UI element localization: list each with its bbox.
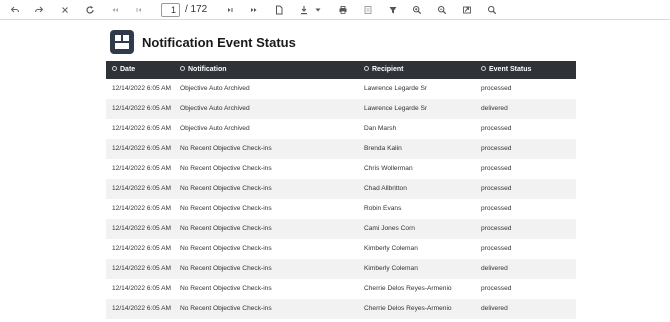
- cell-recipient: Lawrence Legarde Sr: [364, 85, 428, 92]
- cell-notification: No Recent Objective Check-ins: [180, 205, 272, 212]
- cell-notification: Objective Auto Archived: [180, 85, 250, 92]
- cell-date: 12/14/2022 6:05 AM: [112, 145, 172, 152]
- cell-status: delivered: [481, 265, 508, 272]
- cell-status: processed: [481, 225, 512, 232]
- cell-status: processed: [481, 205, 512, 212]
- search-icon[interactable]: [485, 3, 499, 17]
- sort-icon: [364, 65, 369, 71]
- table-row: 12/14/2022 6:05 AM No Recent Objective Ch…: [106, 199, 576, 219]
- report-viewer-toolbar: 1 / 172: [0, 0, 670, 20]
- cell-notification: No Recent Objective Check-ins: [180, 225, 272, 232]
- cell-notification: No Recent Objective Check-ins: [180, 305, 272, 312]
- table-row: 12/14/2022 6:05 AM No Recent Objective Ch…: [106, 259, 576, 279]
- cell-date: 12/14/2022 6:05 AM: [112, 205, 172, 212]
- cell-recipient: Cherrie Delos Reyes-Armenio: [364, 305, 452, 312]
- cell-recipient: Brenda Kalin: [364, 145, 402, 152]
- report-page: Notification Event Status Date Notificat…: [0, 20, 670, 322]
- table-header: Date Notification Recipient Event Status: [106, 61, 576, 79]
- cell-recipient: Chris Wollerman: [364, 165, 413, 172]
- sort-icon: [481, 65, 486, 71]
- cell-recipient: Chad Allbritton: [364, 185, 407, 192]
- first-page-icon[interactable]: [108, 3, 122, 17]
- sort-icon: [112, 65, 117, 71]
- print-icon[interactable]: [336, 3, 350, 17]
- layout-icon[interactable]: [361, 3, 375, 17]
- cell-notification: Objective Auto Archived: [180, 105, 250, 112]
- notification-table: Date Notification Recipient Event Status…: [106, 61, 576, 319]
- next-page-icon[interactable]: [223, 3, 237, 17]
- cell-status: processed: [481, 165, 512, 172]
- cell-notification: No Recent Objective Check-ins: [180, 245, 272, 252]
- previous-page-icon[interactable]: [132, 3, 146, 17]
- table-row: 12/14/2022 6:05 AM Objective Auto Archive…: [106, 99, 576, 119]
- cell-status: delivered: [481, 305, 508, 312]
- cell-status: processed: [481, 185, 512, 192]
- last-page-icon[interactable]: [247, 3, 261, 17]
- cell-status: delivered: [481, 105, 508, 112]
- cell-date: 12/14/2022 6:05 AM: [112, 165, 172, 172]
- cell-date: 12/14/2022 6:05 AM: [112, 125, 172, 132]
- cell-notification: No Recent Objective Check-ins: [180, 285, 272, 292]
- cell-notification: No Recent Objective Check-ins: [180, 145, 272, 152]
- table-row: 12/14/2022 6:05 AM No Recent Objective Ch…: [106, 299, 576, 319]
- forward-icon[interactable]: [32, 3, 46, 17]
- cell-recipient: Lawrence Legarde Sr: [364, 105, 428, 112]
- cell-recipient: Robin Evans: [364, 205, 402, 212]
- cell-recipient: Kimberly Coleman: [364, 265, 418, 272]
- document-icon[interactable]: [272, 3, 286, 17]
- table-row: 12/14/2022 6:05 AM No Recent Objective Ch…: [106, 159, 576, 179]
- report-title: Notification Event Status: [142, 35, 296, 50]
- column-header-recipient[interactable]: Recipient: [364, 61, 404, 79]
- cell-status: processed: [481, 145, 512, 152]
- table-row: 12/14/2022 6:05 AM Objective Auto Archive…: [106, 119, 576, 139]
- table-body: 12/14/2022 6:05 AM Objective Auto Archive…: [106, 79, 576, 319]
- cell-notification: No Recent Objective Check-ins: [180, 165, 272, 172]
- cell-recipient: Cherrie Delos Reyes-Armenio: [364, 285, 452, 292]
- table-row: 12/14/2022 6:05 AM No Recent Objective Ch…: [106, 139, 576, 159]
- cell-status: processed: [481, 125, 512, 132]
- cell-notification: Objective Auto Archived: [180, 125, 250, 132]
- cell-date: 12/14/2022 6:05 AM: [112, 305, 172, 312]
- cell-status: processed: [481, 85, 512, 92]
- refresh-icon[interactable]: [83, 3, 97, 17]
- column-header-notification[interactable]: Notification: [180, 61, 227, 79]
- cell-date: 12/14/2022 6:05 AM: [112, 245, 172, 252]
- app-logo: [110, 30, 134, 54]
- filter-icon[interactable]: [386, 3, 400, 17]
- cell-recipient: Cami Jones Corn: [364, 225, 415, 232]
- page-count: / 172: [185, 4, 208, 15]
- cell-recipient: Kimberly Coleman: [364, 245, 418, 252]
- cell-notification: No Recent Objective Check-ins: [180, 265, 272, 272]
- cell-date: 12/14/2022 6:05 AM: [112, 185, 172, 192]
- stop-icon[interactable]: [58, 3, 72, 17]
- download-icon[interactable]: [297, 3, 311, 17]
- zoom-out-icon[interactable]: [435, 3, 449, 17]
- zoom-in-icon[interactable]: [410, 3, 424, 17]
- cell-date: 12/14/2022 6:05 AM: [112, 105, 172, 112]
- table-row: 12/14/2022 6:05 AM No Recent Objective Ch…: [106, 219, 576, 239]
- column-header-event-status[interactable]: Event Status: [481, 61, 531, 79]
- table-row: 12/14/2022 6:05 AM No Recent Objective Ch…: [106, 279, 576, 299]
- table-row: 12/14/2022 6:05 AM No Recent Objective Ch…: [106, 239, 576, 259]
- cell-date: 12/14/2022 6:05 AM: [112, 225, 172, 232]
- column-header-date[interactable]: Date: [112, 61, 135, 79]
- cell-notification: No Recent Objective Check-ins: [180, 185, 272, 192]
- back-icon[interactable]: [8, 3, 22, 17]
- cell-date: 12/14/2022 6:05 AM: [112, 85, 172, 92]
- dropdown-arrow-icon[interactable]: [313, 3, 323, 17]
- cell-date: 12/14/2022 6:05 AM: [112, 265, 172, 272]
- cell-recipient: Dan Marsh: [364, 125, 397, 132]
- table-row: 12/14/2022 6:05 AM Objective Auto Archive…: [106, 79, 576, 99]
- cell-date: 12/14/2022 6:05 AM: [112, 285, 172, 292]
- export-icon[interactable]: [460, 3, 474, 17]
- page-number-input[interactable]: 1: [161, 3, 180, 17]
- cell-status: processed: [481, 285, 512, 292]
- cell-status: processed: [481, 245, 512, 252]
- sort-icon: [180, 65, 185, 71]
- table-row: 12/14/2022 6:05 AM No Recent Objective Ch…: [106, 179, 576, 199]
